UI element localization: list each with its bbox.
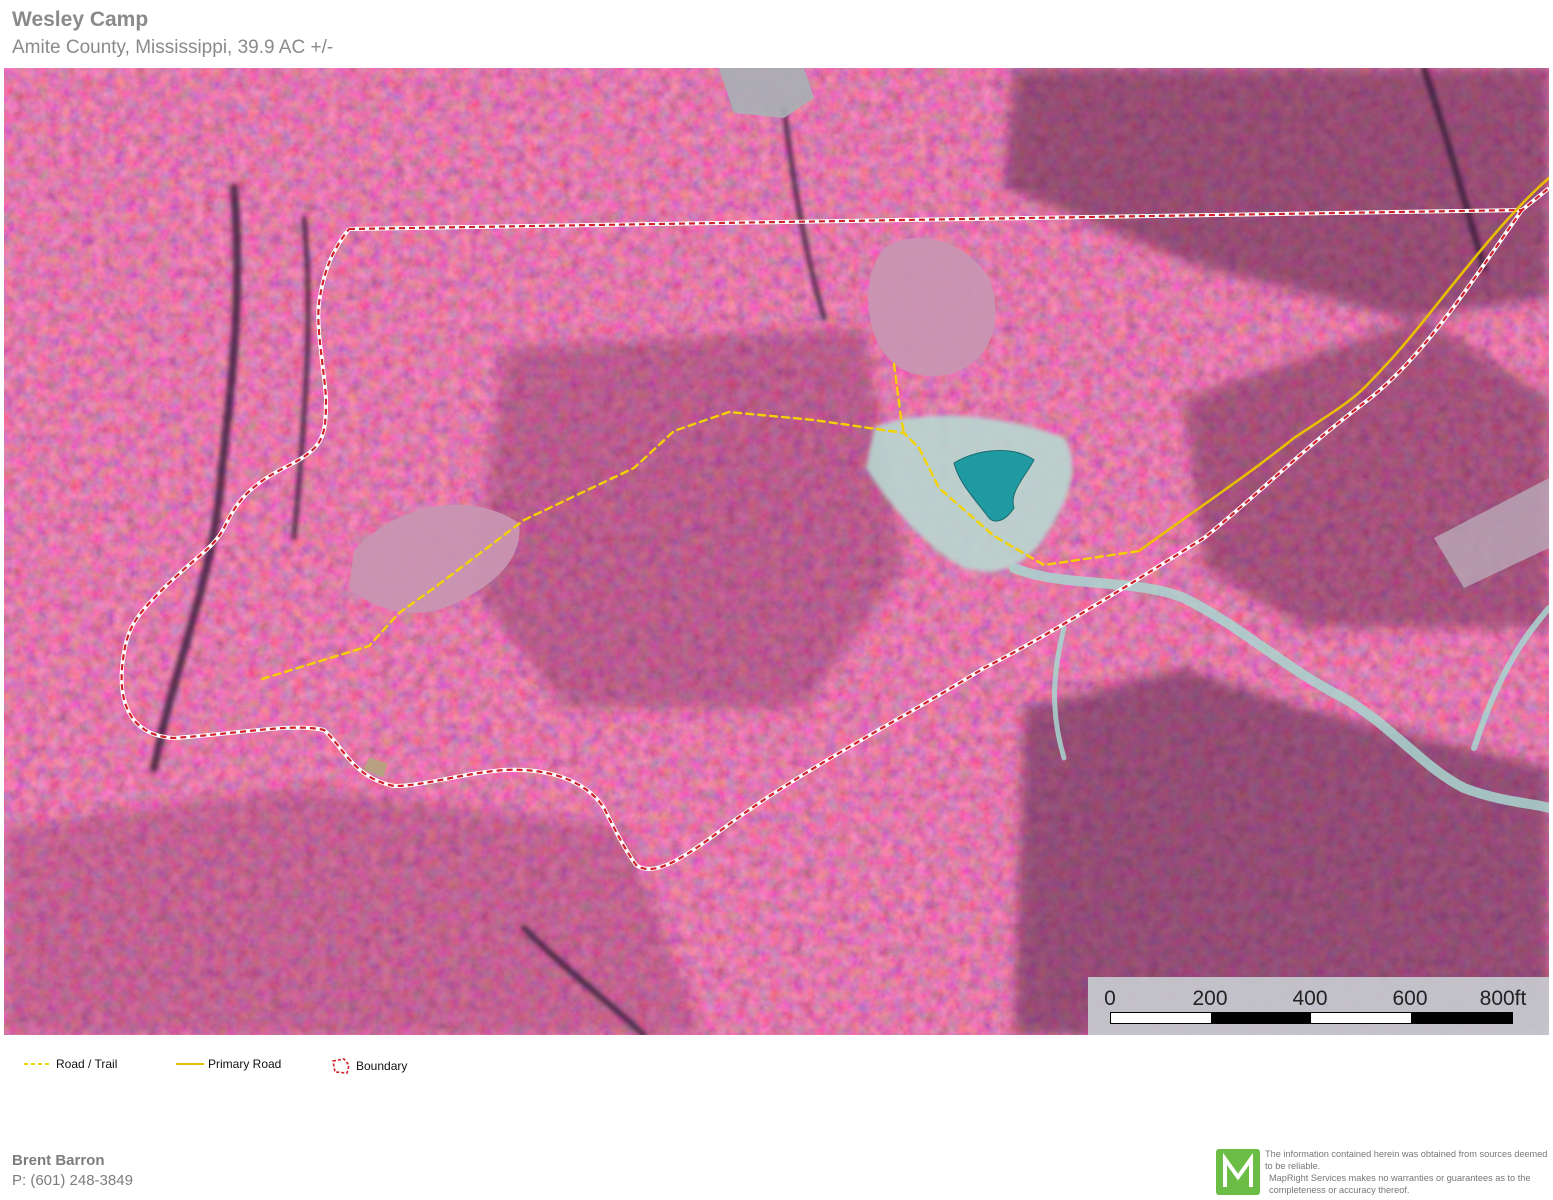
scale-segment-2 [1211,1013,1311,1023]
logo-letter-mark [1223,1153,1253,1187]
scale-label-0: 0 [1104,987,1116,1010]
legend-label-road-trail: Road / Trail [56,1057,118,1071]
scale-bar: 0 200 400 600 800ft [1088,977,1549,1035]
agent-name: Brent Barron [12,1152,105,1169]
map-title: Wesley Camp [12,8,149,31]
scale-segment-4 [1411,1013,1512,1023]
map-legend: Road / Trail Primary Road Boundary [0,1057,600,1075]
scale-label-200: 200 [1192,987,1228,1010]
scale-segment-3 [1311,1013,1411,1023]
map-subtitle: Amite County, Mississippi, 39.9 AC +/- [12,37,334,58]
map-canvas [4,68,1549,1035]
boundary-polygon-icon [332,1058,350,1074]
scale-label-800: 800ft [1479,987,1527,1010]
legend-item-road-trail: Road / Trail [24,1057,117,1071]
dashed-yellow-line-icon [24,1063,52,1065]
mapright-logo-icon [1216,1149,1260,1195]
solid-yellow-line-icon [176,1063,204,1065]
agent-phone: P: (601) 248-3849 [12,1172,133,1189]
scale-label-600: 600 [1392,987,1428,1010]
legend-label-boundary: Boundary [356,1059,408,1073]
legend-label-primary-road: Primary Road [208,1057,282,1071]
legend-item-primary-road: Primary Road [176,1057,281,1071]
scale-label-400: 400 [1292,987,1328,1010]
disclaimer-line-2: MapRight Services makes no warranties or… [1269,1173,1531,1195]
disclaimer: The information contained herein was obt… [1265,1148,1549,1196]
disclaimer-line-1: The information contained herein was obt… [1265,1149,1548,1171]
scale-bar-track [1110,1012,1513,1024]
scale-segment-1 [1111,1013,1211,1023]
aerial-map[interactable]: 0 200 400 600 800ft [4,68,1549,1035]
legend-item-boundary: Boundary [330,1057,407,1075]
